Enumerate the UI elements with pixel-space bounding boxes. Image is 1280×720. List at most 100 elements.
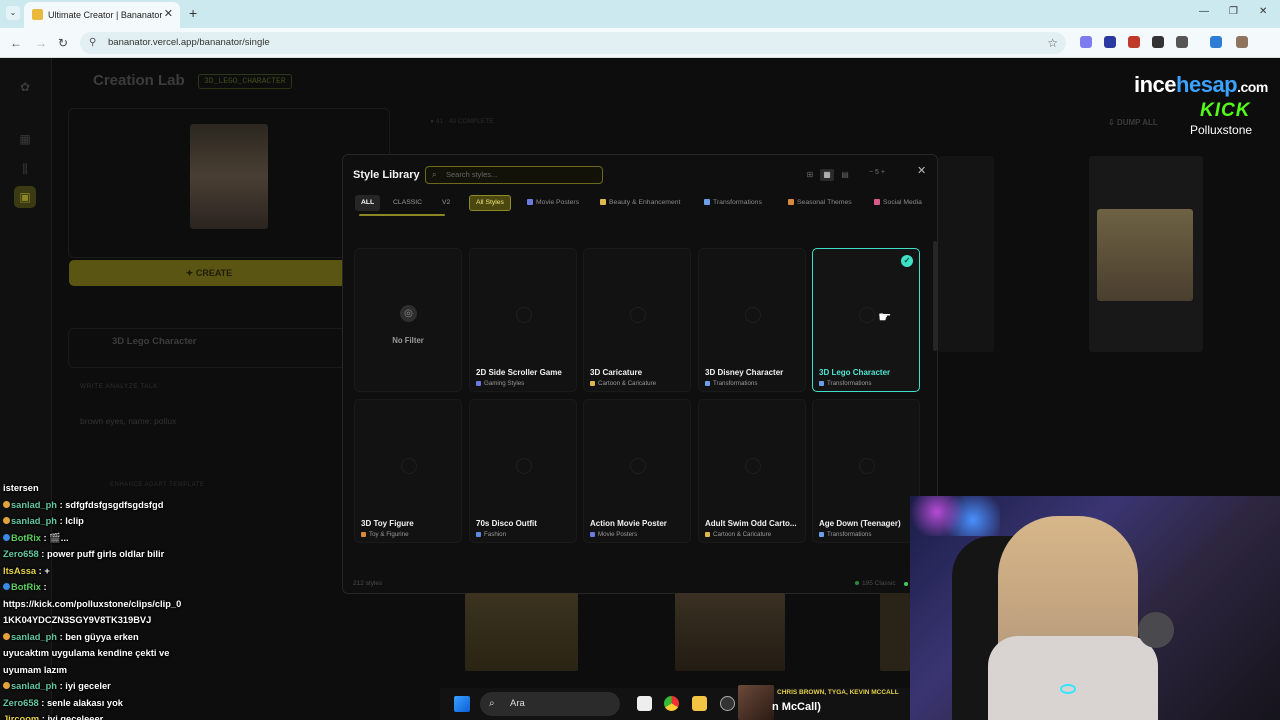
browser-extension-icon[interactable] — [1236, 36, 1248, 48]
chat-text: 1KK04YDCZN3SGY9V8TK319BVJ — [3, 615, 152, 625]
url-bar[interactable]: ⚲ bananator.vercel.app/bananator/single … — [80, 32, 1066, 54]
browser-extension-icon[interactable] — [1210, 36, 1222, 48]
style-card[interactable]: 3D Caricature Cartoon & Caricature — [583, 248, 691, 392]
selected-style-card[interactable] — [68, 328, 348, 368]
grid-nav-icon[interactable]: ▦ — [14, 128, 36, 150]
search-placeholder: Search styles... — [446, 170, 498, 179]
category-icon — [819, 531, 824, 537]
tab-search-menu[interactable]: ⌄ — [6, 6, 20, 20]
dump-all-button[interactable]: ⇩ DUMP ALL — [1108, 118, 1158, 127]
new-tab-button[interactable]: + — [189, 5, 197, 21]
preview-thumbnail[interactable] — [880, 593, 910, 671]
creation-lab-nav-icon[interactable]: ▣ — [14, 186, 36, 208]
style-card[interactable]: 3D Disney Character Transformations — [698, 248, 806, 392]
style-card[interactable]: Action Movie Poster Movie Posters — [583, 399, 691, 543]
browser-extension-icon[interactable] — [1128, 36, 1140, 48]
style-card-no-filter[interactable]: ◎ No Filter — [354, 248, 462, 392]
result-thumbnail[interactable] — [1097, 209, 1193, 301]
bookmark-star-icon[interactable]: ☆ — [1047, 32, 1058, 54]
chat-username[interactable]: BotRix — [11, 533, 41, 543]
filter-v2[interactable]: V2 — [436, 195, 456, 211]
browser-extension-icon[interactable] — [1080, 36, 1092, 48]
browser-extension-icon[interactable] — [1176, 36, 1188, 48]
filter-underline — [359, 214, 445, 216]
search-styles-input[interactable]: ⌕ Search styles... — [425, 166, 603, 184]
result-card[interactable] — [938, 156, 994, 352]
category-all-styles[interactable]: All Styles — [469, 195, 511, 211]
category-pill[interactable]: Movie Posters — [527, 195, 579, 211]
category-icon — [600, 199, 606, 205]
chat-username[interactable]: Zero658 — [3, 698, 39, 708]
style-card[interactable]: 3D Toy Figure Toy & Figurine — [354, 399, 462, 543]
browser-tab[interactable]: Ultimate Creator | Bananator ✕ — [24, 2, 180, 28]
library-nav-icon[interactable]: ⫼ — [14, 158, 36, 180]
chrome-icon[interactable] — [664, 696, 679, 711]
columns-stepper[interactable]: − 5 + — [869, 169, 885, 176]
chat-username[interactable]: Jircoom — [3, 714, 39, 720]
medium-grid-view-icon[interactable]: ▦ — [820, 169, 834, 181]
placeholder-icon — [630, 458, 646, 474]
chat-text: uyumam lazım — [3, 664, 68, 675]
style-card[interactable]: ✓ 3D Lego Character Transformations — [812, 248, 920, 392]
windows-start-icon[interactable] — [454, 696, 470, 712]
category-pill[interactable]: Social Media — [874, 195, 922, 211]
restore-button[interactable]: ❐ — [1229, 6, 1238, 17]
preview-thumbnail[interactable] — [675, 593, 785, 671]
chat-message: uyumam lazım — [0, 662, 300, 679]
filter-classic[interactable]: CLASSIC — [387, 195, 428, 211]
category-label: Cartoon & Caricature — [713, 531, 772, 538]
create-button[interactable]: ✦ CREATE — [69, 260, 349, 286]
category-label: Beauty & Enhancement — [609, 199, 681, 206]
close-icon[interactable]: ✕ — [917, 164, 926, 177]
clock-icon[interactable] — [720, 696, 735, 711]
chat-username[interactable]: sanlad_ph — [11, 681, 57, 691]
tab-close-icon[interactable]: ✕ — [164, 7, 173, 20]
logo-icon[interactable]: ✿ — [14, 76, 36, 98]
task-view-icon[interactable] — [637, 696, 652, 711]
chat-message: uyucaktım uygulama kendine çekti ve — [0, 645, 300, 662]
chat-username[interactable]: sanlad_ph — [11, 632, 57, 642]
style-card[interactable]: Adult Swim Odd Carto... Cartoon & Caricat… — [698, 399, 806, 543]
category-pill[interactable]: Seasonal Themes — [788, 195, 852, 211]
status-dot — [904, 582, 908, 586]
file-explorer-icon[interactable] — [692, 696, 707, 711]
style-card-title: 2D Side Scroller Game — [476, 368, 562, 377]
chat-username[interactable]: ItsAssa — [3, 566, 36, 576]
minimize-button[interactable]: — — [1199, 6, 1209, 17]
scrollbar[interactable] — [933, 241, 937, 351]
browser-extension-icon[interactable] — [1152, 36, 1164, 48]
style-card[interactable]: 2D Side Scroller Game Gaming Styles — [469, 248, 577, 392]
small-grid-view-icon[interactable]: ⊞ — [803, 169, 817, 181]
preview-thumbnail[interactable] — [465, 593, 578, 671]
chat-username[interactable]: Zero658 — [3, 549, 39, 559]
style-card-title: 3D Lego Character — [819, 368, 891, 377]
prompt-mode-tabs[interactable]: WRITE ANALYZE TALK — [80, 383, 158, 390]
streamer-name: Polluxstone — [1190, 123, 1253, 137]
chat-username[interactable]: sanlad_ph — [11, 516, 57, 526]
styles-count: 212 styles — [353, 580, 383, 587]
browser-extension-icon[interactable] — [1104, 36, 1116, 48]
forward-icon[interactable]: → — [35, 36, 47, 50]
back-icon[interactable]: ← — [10, 36, 22, 50]
taskbar-search[interactable]: ⌕ Ara — [480, 692, 620, 716]
filter-all[interactable]: ALL — [355, 195, 381, 211]
style-card[interactable]: Age Down (Teenager) Transformations — [812, 399, 920, 543]
chat-username[interactable]: BotRix — [11, 582, 41, 592]
chat-text: 🎬... — [49, 532, 69, 543]
site-info-icon[interactable]: ⚲ — [89, 32, 96, 54]
category-icon — [361, 531, 366, 537]
chat-username[interactable]: sanlad_ph — [11, 500, 57, 510]
window-close-button[interactable]: ✕ — [1259, 6, 1267, 17]
category-pill[interactable]: Beauty & Enhancement — [600, 195, 680, 211]
reload-icon[interactable]: ↻ — [58, 36, 68, 50]
category-label: Social Media — [883, 199, 922, 206]
placeholder-icon — [401, 458, 417, 474]
category-icon — [704, 199, 710, 205]
gallery-status: ● 41 · 43 COMPLETE — [430, 118, 494, 125]
prompt-input[interactable]: brown eyes, name: pollux — [80, 416, 176, 426]
category-pill[interactable]: Transformations — [704, 195, 762, 211]
style-card[interactable]: 70s Disco Outfit Fashion — [469, 399, 577, 543]
list-view-icon[interactable]: ▤ — [838, 169, 852, 181]
style-card-category: Transformations — [819, 531, 871, 538]
chat-badge-icon — [3, 682, 10, 689]
